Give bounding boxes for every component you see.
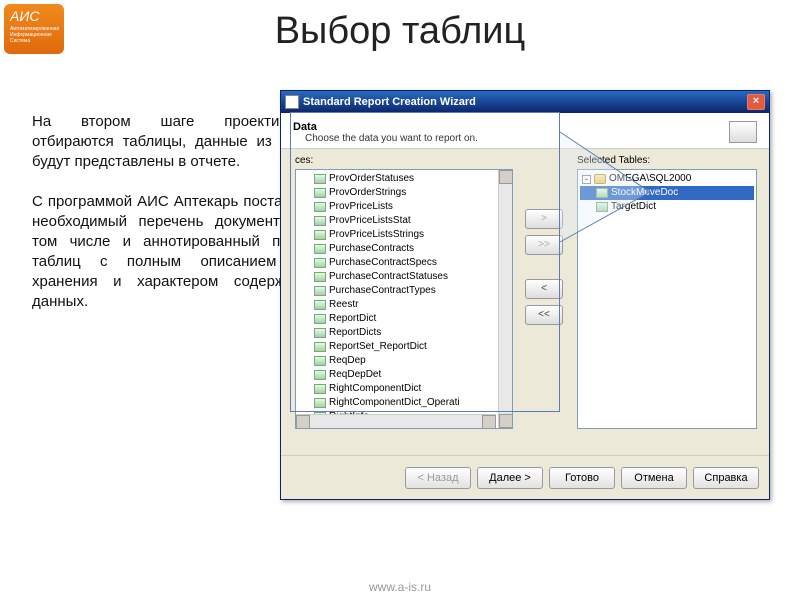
selected-tables-list[interactable]: - OMEGA\SQL2000 StockMoveDoc TargetDict	[577, 169, 757, 429]
table-icon	[314, 398, 326, 408]
table-icon	[314, 188, 326, 198]
database-icon	[594, 174, 606, 184]
source-item[interactable]: ProvOrderStrings	[298, 186, 510, 200]
table-icon	[314, 370, 326, 380]
source-item-label: PurchaseContractSpecs	[329, 256, 437, 270]
source-item[interactable]: PurchaseContractTypes	[298, 284, 510, 298]
tree-root-node[interactable]: - OMEGA\SQL2000	[580, 172, 754, 186]
dialog-title: Standard Report Creation Wizard	[303, 96, 747, 108]
cancel-button[interactable]: Отмена	[621, 467, 687, 489]
remove-button[interactable]: <	[525, 279, 563, 299]
table-icon	[314, 384, 326, 394]
table-icon	[314, 202, 326, 212]
source-item[interactable]: RightComponentDict_Operati	[298, 396, 510, 410]
page-title: Выбор таблиц	[0, 10, 800, 53]
table-icon	[314, 272, 326, 282]
source-item-label: ProvPriceListsStrings	[329, 228, 424, 242]
wizard-dialog: Standard Report Creation Wizard × Data C…	[280, 90, 770, 500]
table-icon	[314, 174, 326, 184]
table-icon	[314, 342, 326, 352]
scrollbar-horizontal[interactable]	[296, 414, 496, 428]
source-item-label: ProvOrderStrings	[329, 186, 406, 200]
source-item-label: ReportDicts	[329, 326, 381, 340]
source-item[interactable]: RightComponentDict	[298, 382, 510, 396]
table-icon	[314, 216, 326, 226]
source-item-label: PurchaseContracts	[329, 242, 414, 256]
source-item[interactable]: Reestr	[298, 298, 510, 312]
selected-item-label: TargetDict	[611, 200, 656, 214]
source-item-label: PurchaseContractTypes	[329, 284, 436, 298]
table-icon	[314, 300, 326, 310]
footer-url: www.a-is.ru	[0, 580, 800, 594]
source-item[interactable]: PurchaseContractSpecs	[298, 256, 510, 270]
source-item-label: ProvPriceListsStat	[329, 214, 411, 228]
source-item-label: PurchaseContractStatuses	[329, 270, 448, 284]
source-item[interactable]: ReqDepDet	[298, 368, 510, 382]
dialog-titlebar[interactable]: Standard Report Creation Wizard ×	[281, 91, 769, 113]
tree-minus-icon[interactable]: -	[582, 175, 591, 184]
add-button[interactable]: >	[525, 209, 563, 229]
subheader-icon	[729, 121, 757, 143]
remove-all-button[interactable]: <<	[525, 305, 563, 325]
dialog-icon	[285, 95, 299, 109]
source-item[interactable]: ProvPriceLists	[298, 200, 510, 214]
available-tables-list[interactable]: ProvOrderStatusesProvOrderStringsProvPri…	[295, 169, 513, 429]
source-item[interactable]: PurchaseContractStatuses	[298, 270, 510, 284]
source-item-label: RightComponentDict	[329, 382, 421, 396]
source-item-label: ReportSet_ReportDict	[329, 340, 427, 354]
scrollbar-vertical[interactable]	[498, 170, 512, 428]
source-item-label: ProvPriceLists	[329, 200, 393, 214]
source-item-label: ProvOrderStatuses	[329, 172, 414, 186]
table-icon	[314, 230, 326, 240]
source-item[interactable]: PurchaseContracts	[298, 242, 510, 256]
source-item[interactable]: ProvPriceListsStat	[298, 214, 510, 228]
source-item-label: ReportDict	[329, 312, 376, 326]
sources-label: ces:	[295, 155, 313, 166]
finish-button[interactable]: Готово	[549, 467, 615, 489]
close-button[interactable]: ×	[747, 94, 765, 110]
transfer-buttons: > >> < <<	[525, 209, 563, 325]
selected-item[interactable]: TargetDict	[580, 200, 754, 214]
dialog-button-bar: < Назад Далее > Готово Отмена Справка	[281, 455, 769, 499]
source-item[interactable]: ProvOrderStatuses	[298, 172, 510, 186]
source-item[interactable]: ReportSet_ReportDict	[298, 340, 510, 354]
source-item[interactable]: ProvPriceListsStrings	[298, 228, 510, 242]
dialog-subheader: Data Choose the data you want to report …	[281, 113, 769, 149]
next-button[interactable]: Далее >	[477, 467, 543, 489]
table-icon	[314, 314, 326, 324]
table-icon	[596, 188, 608, 198]
help-button[interactable]: Справка	[693, 467, 759, 489]
selected-item-label: StockMoveDoc	[611, 186, 678, 200]
source-item-label: ReqDepDet	[329, 368, 381, 382]
subheader-desc: Choose the data you want to report on.	[305, 133, 729, 144]
source-item[interactable]: ReqDep	[298, 354, 510, 368]
selected-item[interactable]: StockMoveDoc	[580, 186, 754, 200]
tree-root-label: OMEGA\SQL2000	[609, 172, 691, 186]
add-all-button[interactable]: >>	[525, 235, 563, 255]
selected-label: Selected Tables:	[577, 155, 650, 166]
subheader-title: Data	[293, 121, 729, 133]
source-item[interactable]: ReportDict	[298, 312, 510, 326]
back-button[interactable]: < Назад	[405, 467, 471, 489]
source-item[interactable]: ReportDicts	[298, 326, 510, 340]
table-icon	[596, 202, 608, 212]
table-icon	[314, 356, 326, 366]
dialog-body: ces: Selected Tables: ProvOrderStatusesP…	[281, 149, 769, 449]
table-icon	[314, 258, 326, 268]
source-item-label: Reestr	[329, 298, 358, 312]
table-icon	[314, 286, 326, 296]
table-icon	[314, 328, 326, 338]
table-icon	[314, 244, 326, 254]
source-item-label: ReqDep	[329, 354, 366, 368]
source-item-label: RightComponentDict_Operati	[329, 396, 460, 410]
